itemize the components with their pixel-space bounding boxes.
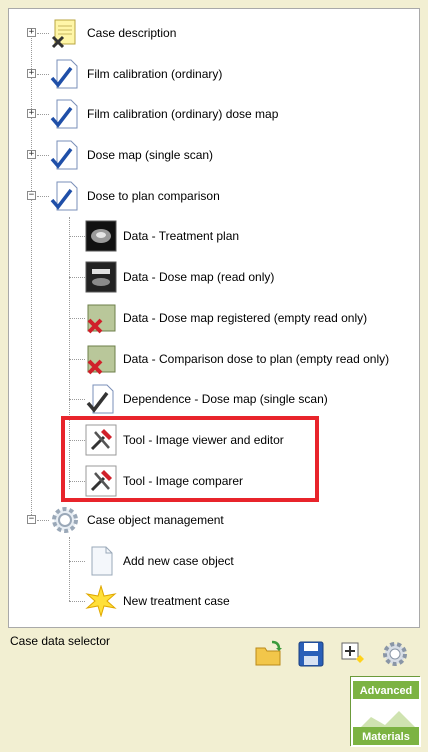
tree-node-label: Dose map (single scan) xyxy=(87,148,214,162)
tree-node-dose-map-single-scan[interactable]: Dose map (single scan) xyxy=(49,137,213,173)
expand-toggle[interactable]: + xyxy=(27,28,36,37)
tree-node-film-calibration-dose-map[interactable]: Film calibration (ordinary) dose map xyxy=(49,96,278,132)
advanced-materials-logo: Advanced Materials xyxy=(350,676,421,747)
notepad-x-icon xyxy=(49,17,81,49)
tree-line xyxy=(69,236,85,237)
tree-node-label: Case object management xyxy=(87,513,224,527)
tree-node-label: Data - Dose map (read only) xyxy=(123,270,275,284)
expand-toggle[interactable]: + xyxy=(27,69,36,78)
tree-line xyxy=(31,199,32,519)
tree-node-comparison-dose-to-plan[interactable]: Data - Comparison dose to plan (empty re… xyxy=(85,341,389,377)
settings-icon[interactable] xyxy=(380,639,410,669)
open-folder-icon[interactable] xyxy=(254,639,284,669)
tree-node-case-object-management[interactable]: Case object management xyxy=(49,502,224,538)
case-data-selector-panel: + Case description + Film calibration (o… xyxy=(0,0,428,752)
tree-line xyxy=(37,155,49,156)
gear-icon xyxy=(49,504,81,536)
tree-line xyxy=(37,196,49,197)
tree-node-case-description[interactable]: Case description xyxy=(49,15,176,51)
document-check-icon xyxy=(49,98,81,130)
tree-line xyxy=(69,318,85,319)
tree-line xyxy=(69,277,85,278)
tree-node-label: Add new case object xyxy=(123,554,234,568)
tree-node-new-treatment-case[interactable]: New treatment case xyxy=(85,583,230,619)
document-check-icon xyxy=(49,139,81,171)
tree-line xyxy=(69,561,85,562)
logo-line2: Materials xyxy=(362,731,410,743)
tree-node-label: Dose to plan comparison xyxy=(87,189,220,203)
tree-node-label: Dependence - Dose map (single scan) xyxy=(123,392,328,406)
tree-line xyxy=(37,520,49,521)
tree-node-add-new-case-object[interactable]: Add new case object xyxy=(85,543,234,579)
collapse-toggle[interactable]: − xyxy=(27,191,36,200)
tree-node-treatment-plan[interactable]: Data - Treatment plan xyxy=(85,218,239,254)
document-check-icon xyxy=(49,180,81,212)
tree-line xyxy=(69,601,85,602)
expand-toggle[interactable]: + xyxy=(27,150,36,159)
image-thumbnail-icon xyxy=(85,261,117,293)
image-thumbnail-icon xyxy=(85,220,117,252)
logo-line1: Advanced xyxy=(360,685,413,697)
tree-node-label: Film calibration (ordinary) xyxy=(87,67,223,81)
expand-toggle[interactable]: + xyxy=(27,109,36,118)
tree-line xyxy=(69,399,85,400)
toolbar xyxy=(254,638,420,670)
tree-line xyxy=(69,537,70,601)
save-icon[interactable] xyxy=(296,639,326,669)
tree-node-dependence-dose-map[interactable]: Dependence - Dose map (single scan) xyxy=(85,381,328,417)
tree-node-film-calibration[interactable]: Film calibration (ordinary) xyxy=(49,56,222,92)
image-x-icon xyxy=(85,343,117,375)
collapse-toggle[interactable]: − xyxy=(27,515,36,524)
tree-node-label: Case description xyxy=(87,26,177,40)
blank-document-icon xyxy=(85,545,117,577)
tree-line xyxy=(37,114,49,115)
tree-node-label: Film calibration (ordinary) dose map xyxy=(87,107,279,121)
tree-line xyxy=(69,359,85,360)
star-icon xyxy=(85,584,117,618)
image-x-icon xyxy=(85,302,117,334)
tree-node-label: Data - Dose map registered (empty read o… xyxy=(123,311,368,325)
case-tree[interactable]: + Case description + Film calibration (o… xyxy=(8,8,420,628)
tree-node-label: New treatment case xyxy=(123,594,230,608)
panel-title: Case data selector xyxy=(10,634,111,648)
tree-node-dose-to-plan-comparison[interactable]: Dose to plan comparison xyxy=(49,178,220,214)
tree-node-label: Data - Comparison dose to plan (empty re… xyxy=(123,352,390,366)
tree-node-label: Data - Treatment plan xyxy=(123,229,240,243)
document-check-icon xyxy=(85,383,117,415)
highlight-box xyxy=(61,416,319,502)
document-check-icon xyxy=(49,58,81,90)
tree-node-dose-map-registered[interactable]: Data - Dose map registered (empty read o… xyxy=(85,300,367,336)
tree-line xyxy=(37,74,49,75)
tree-line xyxy=(37,33,49,34)
tree-node-dose-map-read-only[interactable]: Data - Dose map (read only) xyxy=(85,259,274,295)
add-item-icon[interactable] xyxy=(338,639,368,669)
